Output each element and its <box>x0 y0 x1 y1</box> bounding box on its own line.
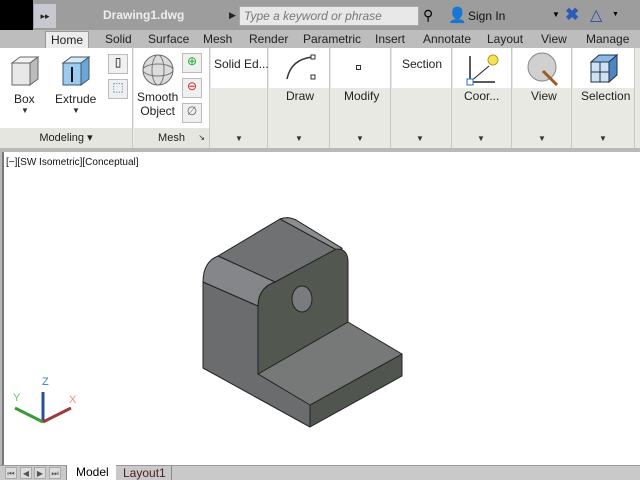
panel-modeling: Box ▼ Extrude ▼ ▯ ⬚ Modeling ▾ <box>0 48 133 148</box>
panel-section: Section ▼ <box>392 48 452 148</box>
ucs-icon[interactable] <box>465 52 501 86</box>
box-icon[interactable] <box>8 55 40 87</box>
mesh-remove-icon[interactable]: ⊖ <box>182 78 202 98</box>
expand-icon[interactable]: ▼ <box>599 134 607 143</box>
tab-layout[interactable]: Layout <box>482 31 528 48</box>
selection-cube-icon[interactable] <box>587 52 621 86</box>
extrude-dropdown-icon: ▼ <box>72 106 80 115</box>
view-label[interactable]: View <box>531 89 557 103</box>
arc-icon[interactable] <box>283 53 317 83</box>
tab-model[interactable]: Model <box>66 465 116 480</box>
tab-solid[interactable]: Solid <box>81 31 137 48</box>
modeling-panel-title[interactable]: Modeling ▾ <box>0 128 132 148</box>
tab-annotate[interactable]: Annotate <box>418 31 476 48</box>
signin-dropdown-icon[interactable]: ▼ <box>552 10 560 19</box>
expand-icon[interactable]: ▼ <box>416 134 424 143</box>
mesh-add-icon[interactable]: ⊕ <box>182 53 202 73</box>
next-tab-button[interactable]: ▶ <box>34 467 46 479</box>
previous-tab-button[interactable]: ◀ <box>20 467 32 479</box>
user-icon[interactable]: 👤 <box>448 6 467 24</box>
solid-editing-label[interactable]: Solid Ed... <box>214 57 269 71</box>
polysolid-icon[interactable]: ▯ <box>108 54 128 74</box>
exchange-icon[interactable]: ✖ <box>565 5 579 25</box>
extrude-icon[interactable] <box>59 55 91 87</box>
expand-icon[interactable]: ▼ <box>356 134 364 143</box>
panel-view: View ▼ <box>513 48 572 148</box>
binoculars-icon[interactable]: ⚲ <box>423 7 433 24</box>
expand-icon[interactable]: ▼ <box>538 134 546 143</box>
mesh-label: Mesh <box>158 132 185 144</box>
search-input[interactable]: Type a keyword or phrase <box>239 6 419 26</box>
panel-selection: Selection ▼ <box>573 48 635 148</box>
draw-label[interactable]: Draw <box>286 89 314 103</box>
selection-label[interactable]: Selection <box>581 89 630 103</box>
object-label: Object <box>140 104 176 118</box>
smooth-object-icon[interactable] <box>141 53 175 87</box>
panel-mesh: Smooth Object ⊕ ⊖ ∅ Mesh ↘ <box>134 48 210 148</box>
axis-x-label: X <box>69 394 77 406</box>
extrude-button[interactable]: Extrude <box>55 92 96 106</box>
smooth-label: Smooth <box>137 90 179 104</box>
last-tab-button[interactable]: ⏭ <box>49 467 61 479</box>
panel-modify: Modify ▼ <box>331 48 391 148</box>
modify-grip-icon[interactable] <box>356 65 361 70</box>
sign-in-link[interactable]: Sign In <box>468 9 505 23</box>
tab-render[interactable]: Render <box>244 31 293 48</box>
viewport-controls-label[interactable]: [−][SW Isometric][Conceptual] <box>6 157 139 168</box>
document-title: Drawing1.dwg <box>103 8 185 22</box>
tab-mesh[interactable]: Mesh <box>198 31 237 48</box>
dropdown-icon[interactable]: ▼ <box>612 11 619 18</box>
panel-solid-editing: Solid Ed... ▼ <box>211 48 269 148</box>
search-expand-icon[interactable]: ▶ <box>229 10 236 21</box>
tab-layout1[interactable]: Layout1 <box>118 466 172 480</box>
presspull-icon[interactable]: ⬚ <box>108 79 128 99</box>
first-tab-button[interactable]: ⏮ <box>5 467 17 479</box>
autodesk-360-icon[interactable]: △ <box>590 5 602 25</box>
modeling-label: Modeling <box>39 132 85 144</box>
section-label[interactable]: Section <box>402 57 442 71</box>
tab-parametric[interactable]: Parametric <box>298 31 366 48</box>
visual-style-icon[interactable] <box>525 51 561 87</box>
dialog-launcher-icon[interactable]: ↘ <box>198 128 205 148</box>
modify-label[interactable]: Modify <box>344 89 379 103</box>
expand-icon[interactable]: ▼ <box>295 134 303 143</box>
axis-y-label: Y <box>13 392 21 404</box>
expand-icon[interactable]: ▼ <box>477 134 485 143</box>
3d-solid-bracket[interactable] <box>195 210 415 435</box>
tab-view[interactable]: View <box>536 31 572 48</box>
panel-draw: Draw ▼ <box>269 48 330 148</box>
coordinates-label[interactable]: Coor... <box>464 89 499 103</box>
expand-icon[interactable]: ▼ <box>235 134 243 143</box>
axis-z-label: Z <box>42 376 49 388</box>
mesh-refine-icon[interactable]: ∅ <box>182 103 202 123</box>
quick-access-expand-button[interactable]: ▸▸ <box>34 4 56 28</box>
box-dropdown-icon: ▼ <box>21 106 29 115</box>
tab-surface[interactable]: Surface <box>143 31 194 48</box>
tab-insert[interactable]: Insert <box>370 31 410 48</box>
panel-coordinates: Coor... ▼ <box>453 48 512 148</box>
mesh-panel-title[interactable]: Mesh ↘ <box>134 128 209 148</box>
smooth-object-button[interactable]: Smooth Object <box>137 90 178 118</box>
box-button[interactable]: Box <box>14 92 35 106</box>
tab-manage[interactable]: Manage <box>581 31 634 48</box>
